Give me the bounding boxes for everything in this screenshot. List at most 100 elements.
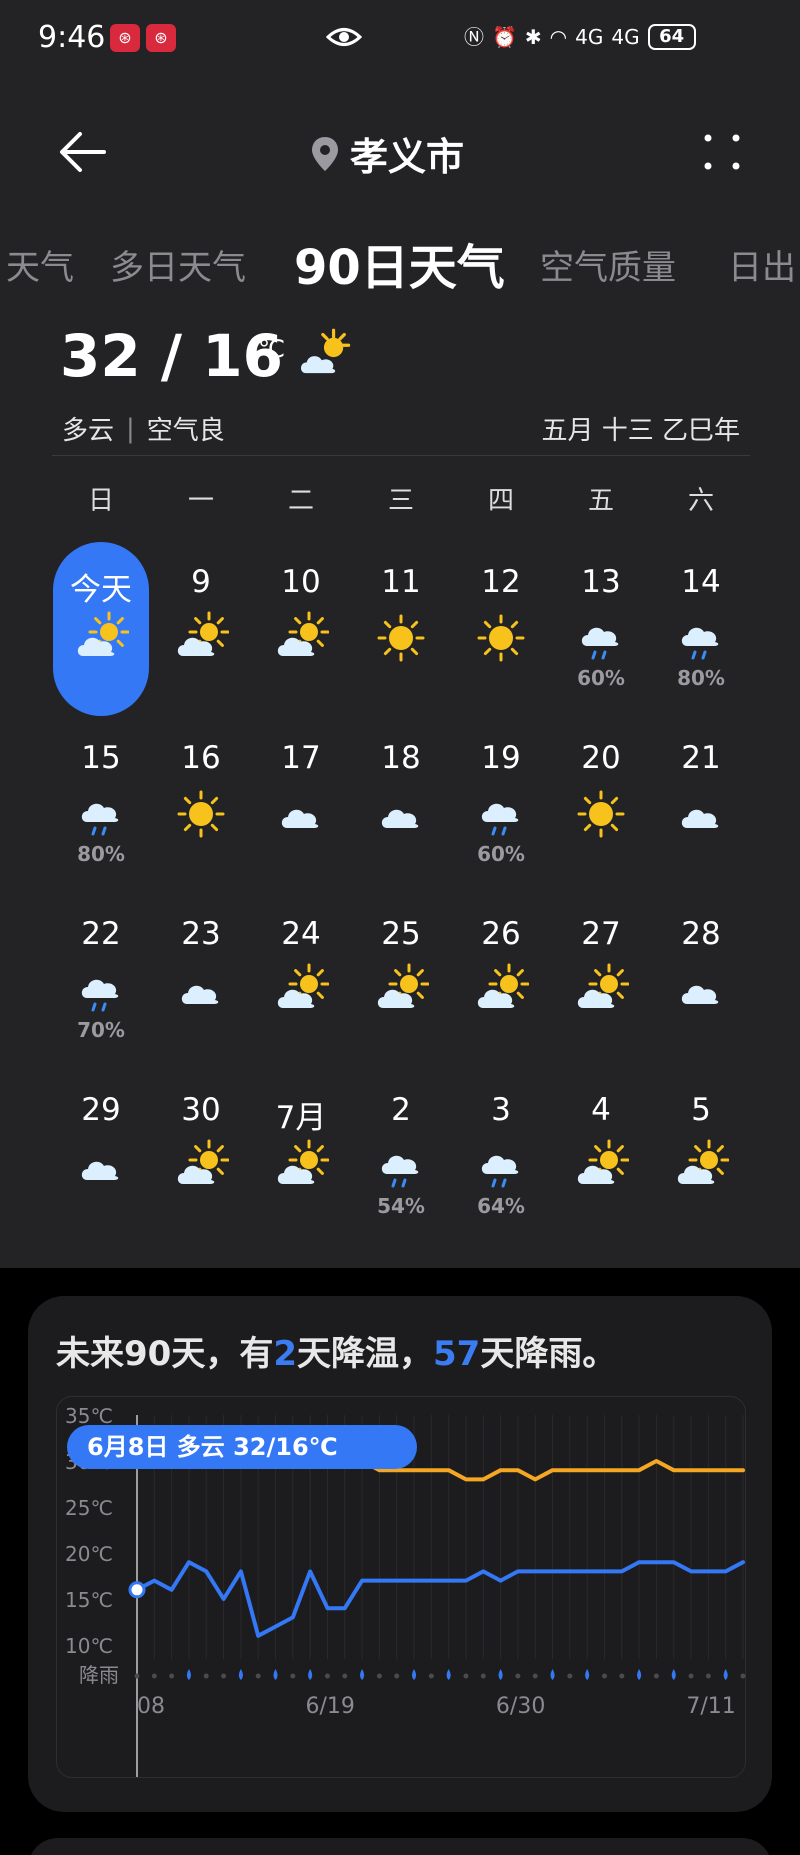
low-temp-line [135,1560,745,1638]
calendar-day[interactable]: 30 [151,1070,251,1246]
rain-probability: 64% [477,1194,525,1218]
day-number: 19 [481,740,521,776]
day-number: 28 [681,916,721,952]
weekday-label: 四 [487,486,514,516]
calendar-day[interactable]: 14 80% [651,542,751,718]
tab-sunrise[interactable]: 日出 [728,240,796,289]
calendar-day[interactable]: 9 [151,542,251,718]
rain-drop [238,1669,243,1680]
tooltip-text: 6月8日 多云 32/16℃ [87,1433,338,1461]
partly-cloudy-icon [273,610,330,666]
temperature-chart[interactable]: 35℃30℃25℃20℃15℃10℃降雨086/196/307/116月8日 多… [56,1396,746,1778]
day-number: 16 [181,740,221,776]
day-number: 13 [581,564,621,600]
temperature-chart-svg[interactable]: 35℃30℃25℃20℃15℃10℃降雨086/196/307/116月8日 多… [57,1397,747,1779]
rain-days-count: 57 [433,1334,481,1374]
x-tick-label: 6/19 [305,1694,354,1719]
day-number: 21 [681,740,721,776]
rain-icon [373,1138,429,1194]
more-grid-icon[interactable] [700,130,744,174]
tab-air-quality[interactable]: 空气质量 [540,240,676,289]
partly-cloudy-icon [273,962,330,1018]
tab-multiday[interactable]: 多日天气 [110,240,246,289]
rain-probability: 80% [77,842,125,866]
calendar-day[interactable]: 17 [251,718,351,894]
no-rain-dot [169,1673,175,1679]
calendar-day[interactable]: 3 64% [451,1070,551,1246]
day-number: 29 [81,1092,121,1128]
partly-cloudy-icon [73,610,130,666]
back-arrow-icon[interactable] [58,130,108,174]
sunny-icon [373,610,429,666]
alarm-icon: ⏰ [492,25,517,49]
calendar-day[interactable]: 24 [251,894,351,1070]
app-badge-icon: ⊛ [110,24,140,52]
rain-icon [473,1138,529,1194]
calendar-day[interactable]: 29 [51,1070,151,1246]
calendar-day[interactable]: 28 [651,894,751,1070]
calendar-day[interactable]: 11 [351,542,451,718]
calendar-day[interactable]: 16 [151,718,251,894]
rain-icon [73,962,129,1018]
calendar-day[interactable]: 23 [151,894,251,1070]
calendar-day[interactable]: 5 [651,1070,751,1246]
x-tick-label: 6/30 [496,1694,545,1719]
calendar-day[interactable]: 22 70% [51,894,151,1070]
day-number: 9 [191,564,211,600]
y-tick-label: 20℃ [65,1542,113,1566]
calendar-day[interactable]: 7月 [251,1070,351,1246]
partly-cloudy-icon [373,962,430,1018]
calendar-day[interactable]: 4 [551,1070,651,1246]
calendar-day[interactable]: 2 54% [351,1070,451,1246]
day-number: 5 [691,1092,711,1128]
no-rain-dot [134,1673,140,1679]
no-rain-dot [255,1673,261,1679]
no-rain-dot [394,1673,400,1679]
partly-cloudy-icon [173,1138,230,1194]
partly-cloudy-icon [673,1138,730,1194]
no-rain-dot [705,1673,711,1679]
calendar-day[interactable]: 26 [451,894,551,1070]
status-time: 9:46 [38,20,106,55]
day-number: 7月 [275,1100,327,1136]
calendar-day-today[interactable]: 今天 [51,542,151,718]
calendar-day[interactable]: 19 60% [451,718,551,894]
weekday-label: 日 [87,486,114,516]
weekday-label: 一 [187,486,214,516]
no-rain-dot [376,1673,382,1679]
tab-90day[interactable]: 90日天气 [294,228,505,298]
no-rain-dot [342,1673,348,1679]
rain-drop [550,1669,555,1680]
calendar-day[interactable]: 13 60% [551,542,651,718]
lunar-date: 五月 十三 乙巳年 [541,416,740,446]
day-number: 23 [181,916,221,952]
weekday-label: 六 [687,486,714,516]
eye-icon [325,24,363,54]
weekday-label: 三 [387,486,414,516]
today-temperature: 32 / 16 [60,322,283,390]
summary-suffix: 天降雨。 [480,1334,617,1374]
calendar-day[interactable]: 27 [551,894,651,1070]
rain-probability: 70% [77,1018,125,1042]
nfc-icon: Ⓝ [464,25,484,49]
divider [52,455,750,456]
calendar-day[interactable]: 12 [451,542,551,718]
summary-prefix: 未来90天，有 [56,1334,274,1374]
sunny-icon [173,786,229,842]
location[interactable]: 孝义市 [310,126,464,181]
calendar-day[interactable]: 20 [551,718,651,894]
calendar-day[interactable]: 21 [651,718,751,894]
rain-probability: 54% [377,1194,425,1218]
calendar-day[interactable]: 15 80% [51,718,151,894]
partly-cloudy-icon [273,1138,330,1194]
day-number: 12 [481,564,521,600]
no-rain-dot [688,1673,694,1679]
battery-icon: 64 [647,24,696,50]
calendar-day[interactable]: 10 [251,542,351,718]
no-rain-dot [480,1673,486,1679]
cooling-days-count: 2 [273,1334,297,1374]
forecast-summary: 未来90天，有2天降温，57天降雨。 [56,1326,616,1375]
calendar-day[interactable]: 25 [351,894,451,1070]
tab-weather[interactable]: 天气 [6,240,74,289]
calendar-day[interactable]: 18 [351,718,451,894]
